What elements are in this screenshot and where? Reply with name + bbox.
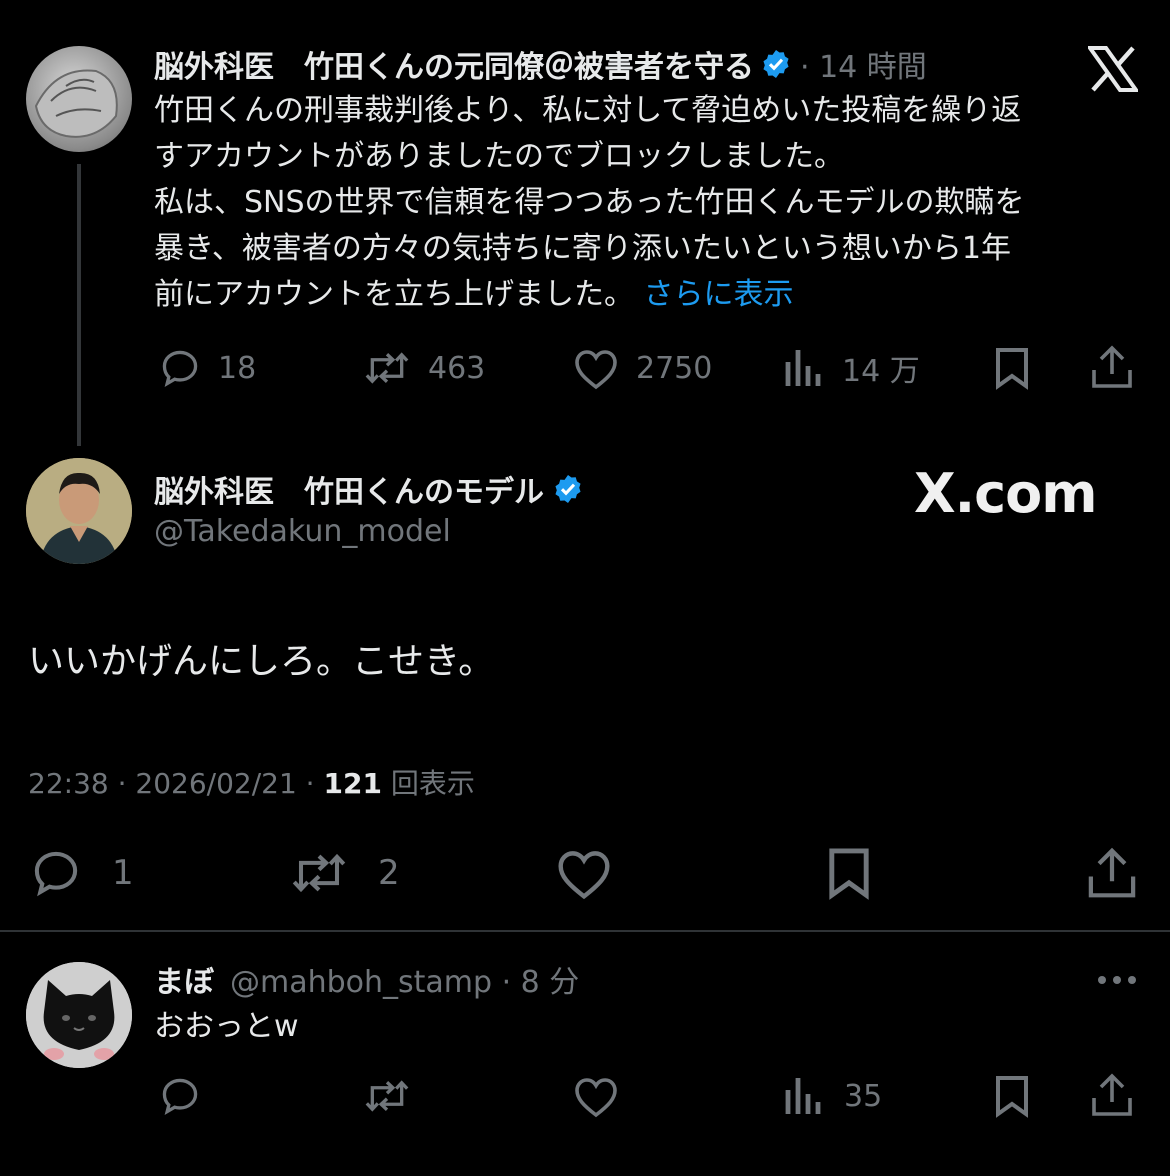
views-count: 35 xyxy=(844,1078,883,1114)
avatar-image xyxy=(26,458,132,564)
divider xyxy=(0,930,1170,932)
tweet-meta: 22:38 · 2026/02/21 · 121 回表示 xyxy=(28,762,475,802)
reply-icon xyxy=(162,1078,198,1115)
reply-button[interactable]: 18 xyxy=(158,346,256,390)
avatar[interactable] xyxy=(26,46,132,152)
view-label: 回表示 xyxy=(381,767,475,800)
tweet-body: いいかげんにしろ。こせき。 xyxy=(28,641,495,682)
author-name[interactable]: まぼ xyxy=(154,957,214,1001)
tweet-body: おおっとw xyxy=(154,1009,299,1044)
tweet-header: まぼ @mahboh_stamp · 8 分 xyxy=(154,958,579,1000)
show-more-link[interactable]: さらに表示 xyxy=(644,277,794,312)
views-chart-icon xyxy=(785,350,821,386)
reply-button[interactable] xyxy=(158,1074,202,1118)
repost-button[interactable]: 2 xyxy=(288,846,400,900)
bookmark-button[interactable] xyxy=(992,346,1032,390)
reply-count: 1 xyxy=(112,853,134,893)
avatar-image xyxy=(34,69,118,138)
like-button[interactable] xyxy=(572,1074,620,1118)
body-line: 私は、SNSの世界で信頼を得つつあった竹田くんモデルの欺瞞を xyxy=(154,185,1025,220)
views-chart-icon xyxy=(785,1078,821,1114)
reply-button[interactable]: 1 xyxy=(28,846,134,900)
body-line-last: 前にアカウントを立ち上げました。 さらに表示 xyxy=(154,272,1154,318)
reply-icon xyxy=(34,851,78,897)
like-count: 2750 xyxy=(636,350,713,386)
verified-badge-icon xyxy=(555,475,581,503)
share-button[interactable] xyxy=(1090,1072,1134,1118)
like-button[interactable] xyxy=(554,846,614,900)
tweet-header: 脳外科医 竹田くんのモデル xyxy=(154,468,584,510)
body-line: すアカウントがありましたのでブロックしました。 xyxy=(154,139,844,174)
reply-icon xyxy=(162,350,198,387)
reply-count: 18 xyxy=(218,350,257,386)
share-icon xyxy=(1092,345,1132,388)
thread-line xyxy=(77,164,81,446)
view-count: 121 xyxy=(323,767,382,800)
timestamp[interactable]: 22:38 · 2026/02/21 · xyxy=(28,767,323,800)
like-button[interactable]: 2750 xyxy=(572,346,712,390)
bookmark-icon xyxy=(996,348,1028,390)
author-name[interactable]: 脳外科医 竹田くんの元同僚＠被害者を守る xyxy=(154,42,754,86)
bookmark-icon xyxy=(829,848,869,900)
more-options-icon[interactable] xyxy=(1096,970,1138,994)
repost-icon xyxy=(365,1080,409,1112)
bookmark-icon xyxy=(996,1076,1028,1118)
tweet-header: 脳外科医 竹田くんの元同僚＠被害者を守る · 14 時間 xyxy=(154,42,927,86)
avatar[interactable] xyxy=(26,458,132,564)
repost-count: 463 xyxy=(428,350,486,386)
watermark: X.com xyxy=(914,462,1098,525)
verified-badge-icon xyxy=(763,50,789,78)
author-handle[interactable]: @Takedakun_model xyxy=(154,514,451,549)
heart-icon xyxy=(558,851,610,900)
repost-button[interactable] xyxy=(362,1074,412,1118)
heart-icon xyxy=(575,1078,617,1118)
repost-icon xyxy=(292,853,346,893)
views-button[interactable]: 14 万 xyxy=(784,346,920,390)
avatar[interactable] xyxy=(26,962,132,1068)
repost-icon xyxy=(365,352,409,384)
tweet-body: 竹田くんの刑事裁判後より、私に対して脅迫めいた投稿を繰り返 すアカウントがありま… xyxy=(154,88,1154,318)
repost-count: 2 xyxy=(378,853,400,893)
views-button[interactable]: 35 xyxy=(784,1074,882,1118)
share-button[interactable] xyxy=(1090,344,1134,390)
avatar-image xyxy=(26,962,132,1068)
bookmark-button[interactable] xyxy=(992,1074,1032,1118)
heart-icon xyxy=(575,350,617,390)
author-name[interactable]: 脳外科医 竹田くんのモデル xyxy=(154,467,544,511)
body-line: 竹田くんの刑事裁判後より、私に対して脅迫めいた投稿を繰り返 xyxy=(154,93,1022,128)
author-handle[interactable]: @mahboh_stamp · 8 分 xyxy=(230,957,579,1001)
share-button[interactable] xyxy=(1086,846,1138,900)
share-icon xyxy=(1088,847,1136,898)
repost-button[interactable]: 463 xyxy=(362,346,485,390)
bookmark-button[interactable] xyxy=(824,846,874,900)
body-line: 前にアカウントを立ち上げました。 xyxy=(154,277,634,312)
body-line: 暴き、被害者の方々の気持ちに寄り添いたいという想いから1年 xyxy=(154,231,1011,266)
views-count: 14 万 xyxy=(842,354,920,389)
tweet-time[interactable]: · 14 時間 xyxy=(800,42,927,86)
share-icon xyxy=(1092,1073,1132,1116)
